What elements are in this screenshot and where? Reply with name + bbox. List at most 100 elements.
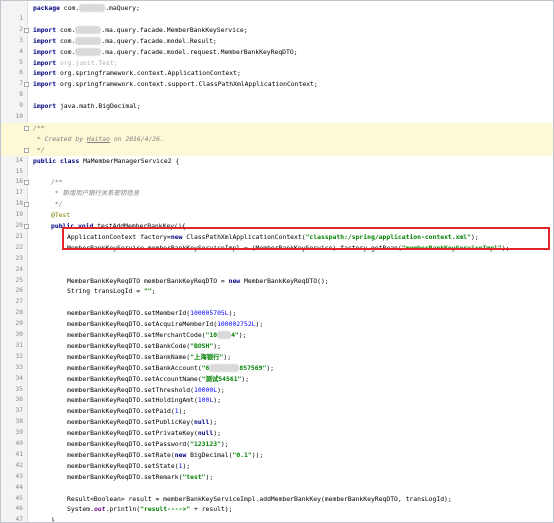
- code-text: ClassPathXmlApplicationContext(: [182, 232, 306, 241]
- code-text: );: [238, 331, 247, 339]
- code-line: 20 @Test: [1, 210, 553, 229]
- code-text: memberBankKeyReqDTO: [67, 331, 141, 339]
- code-line: 24: [1, 254, 553, 273]
- code-line: 28: [1, 297, 553, 316]
- keyword: null: [197, 429, 214, 438]
- code-line: 12 /**: [1, 122, 553, 142]
- keyword: public: [51, 222, 75, 230]
- doc-comment: */: [51, 200, 63, 209]
- code-text: + result);: [190, 505, 233, 514]
- string-literal: "上海银行": [190, 352, 224, 361]
- code-line: 47 System.out.println("result---->" + re…: [1, 504, 553, 522]
- code-editor[interactable]: 1 package com. .maQuery; 2 3 import com..…: [0, 0, 554, 523]
- code-text: .setThreshold(: [140, 385, 194, 394]
- code-line: 17 /**: [1, 177, 553, 196]
- code-line: 46 Result<Boolean> result = memberBankKe…: [1, 494, 553, 513]
- code-line: 3 import com. .ma.query.facade.MemberBank…: [1, 25, 553, 44]
- code-line: 1 package com. .maQuery;: [1, 3, 553, 22]
- fold-toggle-icon[interactable]: [24, 224, 29, 229]
- string-literal: 4": [231, 331, 239, 339]
- code-text: ));: [251, 450, 264, 459]
- redacted-text: [75, 36, 102, 45]
- code-text: .setHoldingAmt(: [140, 396, 198, 405]
- string-literal: "6: [201, 363, 210, 372]
- code-text: memberBankKeyReqDTO: [67, 429, 141, 438]
- code-line: 45: [1, 483, 553, 502]
- redacted-text: [75, 47, 102, 56]
- string-literal: 857569": [239, 363, 267, 372]
- code-text: .setPassword(: [140, 440, 191, 448]
- code-text: System.: [67, 505, 94, 514]
- string-literal: "result---->": [140, 505, 191, 514]
- string-literal: "test": [182, 472, 206, 481]
- code-text: );: [213, 429, 221, 438]
- code-line: 18 * 新增用户银行关系密钥信息: [1, 188, 553, 207]
- method-signature: testAddMemberBankKey(){: [97, 222, 186, 230]
- code-text: memberBankKeyReqDTO: [67, 352, 141, 361]
- code-line: 31 memberBankKeyReqDTO.setMerchantCode("…: [1, 330, 553, 349]
- code-text: memberBankKeyReqDTO: [67, 450, 141, 459]
- import-path: .ma.query.facade.model.Result;: [101, 36, 217, 45]
- code-text: .setMerchantCode(: [140, 331, 206, 339]
- import-path: org.springframework.context.ApplicationC…: [59, 69, 241, 78]
- import-path: java.math.BigDecimal;: [59, 102, 141, 111]
- code-line: 15 public class MaMemberManagerService2 …: [1, 156, 553, 175]
- keyword: package: [33, 4, 60, 12]
- code-text: memberBankKeyReqDTO: [67, 461, 141, 470]
- code-text: );: [209, 418, 218, 427]
- code-line: 10 import java.math.BigDecimal;: [1, 101, 553, 120]
- redacted-text: [209, 363, 240, 372]
- code-line: 34 memberBankKeyReqDTO.setBankAccount("6…: [1, 363, 553, 382]
- doc-comment: /**: [51, 178, 63, 187]
- code-line: 13 * Created by Haitao on 2016/4/26.: [1, 133, 553, 153]
- code-text: Result<Boolean> result = memberBankKeySe…: [67, 494, 452, 503]
- code-text: .setBankName(: [140, 352, 191, 361]
- code-text: .setAccountName(: [140, 374, 202, 383]
- keyword: null: [193, 418, 210, 427]
- code-text: );: [266, 363, 275, 372]
- code-text: );: [213, 396, 221, 405]
- code-line: 21 public void testAddMemberBankKey(){: [1, 221, 553, 240]
- code-text: );: [471, 232, 479, 241]
- code-text: memberBankKeyReqDTO: [67, 385, 141, 394]
- keyword: import: [33, 58, 57, 67]
- number-literal: 100002752L: [217, 320, 256, 329]
- code-text: memberBankKeyReqDTO: [67, 309, 141, 318]
- code-text: .setMemberId(: [140, 309, 191, 318]
- code-line: 11: [1, 112, 553, 131]
- code-text: .setBankAccount(: [140, 363, 202, 372]
- fold-toggle-icon[interactable]: [24, 147, 29, 153]
- code-text: .setAcquireMemberId(: [140, 320, 218, 329]
- code-text: );: [501, 243, 510, 252]
- code-text: .println(: [105, 505, 141, 514]
- fold-toggle-icon[interactable]: [24, 125, 29, 131]
- string-literal: "memberBankKeyServiceImpl": [401, 243, 502, 252]
- keyword: import: [33, 36, 57, 45]
- import-path: com.: [59, 47, 76, 56]
- keyword: class: [59, 156, 80, 165]
- code-text: String transLogId =: [67, 287, 144, 296]
- string-literal: "": [143, 287, 152, 296]
- code-text: MemberBankKeyService memberBankKeyServic…: [67, 243, 402, 252]
- fold-toggle-icon[interactable]: [24, 27, 29, 33]
- code-line: 16: [1, 167, 553, 185]
- code-text: .setPrivateKey(: [140, 429, 198, 438]
- doc-comment: on 2016/4/26.: [109, 134, 164, 143]
- fold-toggle-icon[interactable]: [24, 82, 29, 88]
- fold-toggle-icon[interactable]: [24, 202, 29, 208]
- code-text: memberBankKeyReqDTO: [67, 363, 141, 372]
- code-text: memberBankKeyReqDTO: [67, 418, 141, 427]
- number-literal: 100L: [197, 396, 214, 405]
- code-line: 37 memberBankKeyReqDTO.setHoldingAmt(100…: [1, 395, 553, 414]
- doc-comment: * 新增用户银行关系密钥信息: [51, 189, 140, 198]
- code-line: 33 memberBankKeyReqDTO.setBankName("上海银行…: [1, 352, 553, 371]
- code-line: 6 import org.junit.Test;: [1, 58, 553, 77]
- string-literal: "测试54561": [201, 374, 242, 383]
- doc-comment-author: Haitao: [86, 134, 110, 143]
- code-text: memberBankKeyReqDTO: [67, 320, 141, 329]
- code-text: );: [223, 352, 232, 361]
- code-text: );: [228, 309, 237, 318]
- code-line: 29 memberBankKeyReqDTO.setMemberId(10000…: [1, 308, 553, 327]
- fold-toggle-icon[interactable]: [24, 180, 29, 186]
- code-line: 48 }: [1, 515, 553, 522]
